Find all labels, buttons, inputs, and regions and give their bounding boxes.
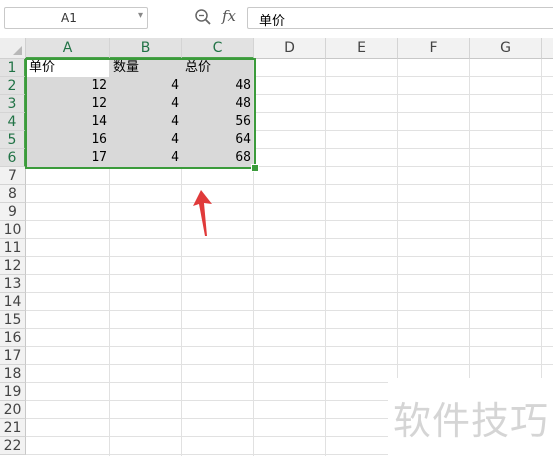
row-header-3[interactable]: 3	[0, 95, 26, 113]
cell-c6[interactable]: 68	[182, 149, 254, 167]
watermark: 软件技巧	[388, 378, 553, 456]
name-box[interactable]: A1 ▾	[4, 7, 148, 29]
row-gridline	[26, 202, 553, 203]
row-header-17[interactable]: 17	[0, 347, 26, 365]
column-header-d[interactable]: D	[254, 38, 326, 59]
row-header-15[interactable]: 15	[0, 311, 26, 329]
row-gridline	[26, 292, 553, 293]
column-header-e[interactable]: E	[326, 38, 398, 59]
name-box-value: A1	[61, 11, 77, 25]
row-header-11[interactable]: 11	[0, 239, 26, 257]
column-header-f[interactable]: F	[398, 38, 470, 59]
row-header-8[interactable]: 8	[0, 185, 26, 203]
cell-a4[interactable]: 14	[26, 113, 110, 131]
row-header-21[interactable]: 21	[0, 419, 26, 437]
cell-a6[interactable]: 17	[26, 149, 110, 167]
cell-c5[interactable]: 64	[182, 131, 254, 149]
row-header-10[interactable]: 10	[0, 221, 26, 239]
chevron-down-icon[interactable]: ▾	[138, 10, 143, 21]
row-header-7[interactable]: 7	[0, 167, 26, 185]
row-gridline	[26, 310, 553, 311]
column-header-h-partial[interactable]	[542, 38, 553, 59]
row-header-5[interactable]: 5	[0, 131, 26, 149]
cell-b3[interactable]: 4	[110, 95, 182, 113]
cell-b5[interactable]: 4	[110, 131, 182, 149]
cell-c1[interactable]: 总价	[183, 59, 253, 77]
red-arrow-icon	[193, 190, 212, 236]
formula-bar: A1 ▾ fx 单价	[0, 0, 553, 38]
row-header-12[interactable]: 12	[0, 257, 26, 275]
cell-b6[interactable]: 4	[110, 149, 182, 167]
select-all-corner[interactable]	[0, 38, 26, 59]
select-all-icon	[13, 46, 22, 55]
watermark-text: 软件技巧	[393, 399, 550, 443]
row-header-18[interactable]: 18	[0, 365, 26, 383]
cell-c3[interactable]: 48	[182, 95, 254, 113]
column-header-c[interactable]: C	[182, 38, 254, 59]
row-gridline	[26, 346, 553, 347]
column-gridline	[325, 59, 326, 456]
row-gridline	[26, 364, 553, 365]
insert-function-button[interactable]: fx	[222, 7, 236, 25]
cell-a5[interactable]: 16	[26, 131, 110, 149]
row-gridline	[26, 220, 553, 221]
row-header-6[interactable]: 6	[0, 149, 26, 167]
cell-a2[interactable]: 12	[26, 77, 110, 95]
row-header-22[interactable]: 22	[0, 437, 26, 455]
row-gridline	[26, 238, 553, 239]
row-gridline	[26, 328, 553, 329]
column-header-b[interactable]: B	[110, 38, 182, 59]
column-header-a[interactable]: A	[26, 38, 110, 59]
row-header-9[interactable]: 9	[0, 203, 26, 221]
row-gridline	[26, 274, 553, 275]
formula-input[interactable]: 单价	[247, 7, 553, 29]
row-gridline	[26, 256, 553, 257]
cell-b4[interactable]: 4	[110, 113, 182, 131]
row-gridline	[26, 184, 553, 185]
row-header-1[interactable]: 1	[0, 59, 26, 77]
fill-handle[interactable]	[251, 164, 259, 172]
row-header-4[interactable]: 4	[0, 113, 26, 131]
formula-content: 单价	[259, 14, 286, 29]
row-header-13[interactable]: 13	[0, 275, 26, 293]
row-header-19[interactable]: 19	[0, 383, 26, 401]
row-header-2[interactable]: 2	[0, 77, 26, 95]
row-header-14[interactable]: 14	[0, 293, 26, 311]
row-header-16[interactable]: 16	[0, 329, 26, 347]
cell-b1[interactable]: 数量	[111, 59, 181, 77]
cell-a3[interactable]: 12	[26, 95, 110, 113]
zoom-formula-icon[interactable]	[194, 8, 212, 26]
cell-b2[interactable]: 4	[110, 77, 182, 95]
cell-c4[interactable]: 56	[182, 113, 254, 131]
row-header-20[interactable]: 20	[0, 401, 26, 419]
cell-a1[interactable]: 单价	[27, 59, 109, 77]
cell-c2[interactable]: 48	[182, 77, 254, 95]
column-header-g[interactable]: G	[470, 38, 542, 59]
